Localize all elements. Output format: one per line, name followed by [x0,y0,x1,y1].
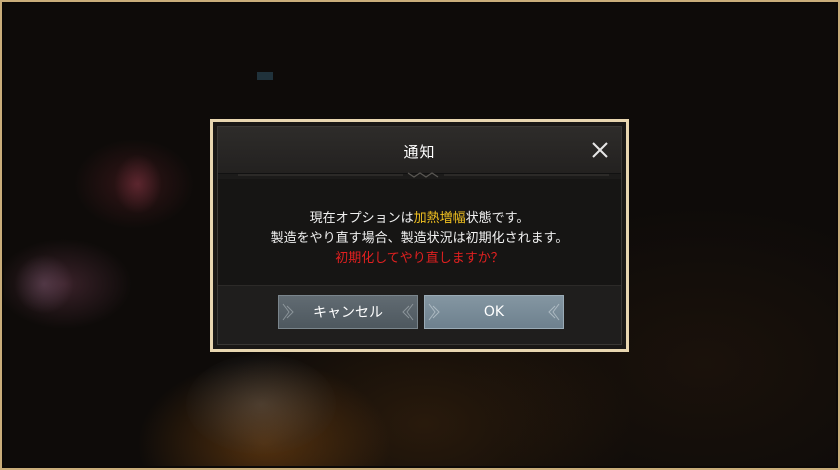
close-button[interactable] [587,137,613,163]
background-emblem [14,254,74,314]
background-orb [186,354,336,454]
dialog-header: 通知 [218,127,621,178]
background-hud-element [257,72,273,80]
ok-button-label: OK [483,304,505,320]
button-ornament-icon [282,303,294,321]
dialog-footer: キャンセル OK [218,285,621,344]
button-ornament-icon [402,303,414,321]
divider-ornament [238,172,609,178]
ok-button[interactable]: OK [424,295,564,329]
dialog-title: 通知 [403,143,436,161]
notification-dialog: 通知 現在オプションは加熱増幅状態です。 製造をやり直す場合、製造状況は初期化さ… [210,119,629,352]
message-text: 状態です。 [465,211,530,226]
dialog-message: 現在オプションは加熱増幅状態です。 製造をやり直す場合、製造状況は初期化されます… [218,209,621,269]
close-icon [592,142,608,158]
message-line-1: 現在オプションは加熱増幅状態です。 [218,209,621,229]
background-emblem [114,154,162,214]
button-ornament-icon [548,303,560,321]
dialog-panel: 通知 現在オプションは加熱増幅状態です。 製造をやり直す場合、製造状況は初期化さ… [217,126,622,345]
warning-question: 初期化してやり直しますか？ [335,251,504,266]
option-highlight: 加熱増幅 [413,211,466,226]
message-line-2: 製造をやり直す場合、製造状況は初期化されます。 [270,231,569,246]
cancel-button-label: キャンセル [313,305,383,321]
message-text: 現在オプションは [309,211,414,226]
cancel-button[interactable]: キャンセル [278,295,418,329]
button-ornament-icon [428,303,440,321]
dialog-body: 現在オプションは加熱増幅状態です。 製造をやり直す場合、製造状況は初期化されます… [218,179,621,294]
